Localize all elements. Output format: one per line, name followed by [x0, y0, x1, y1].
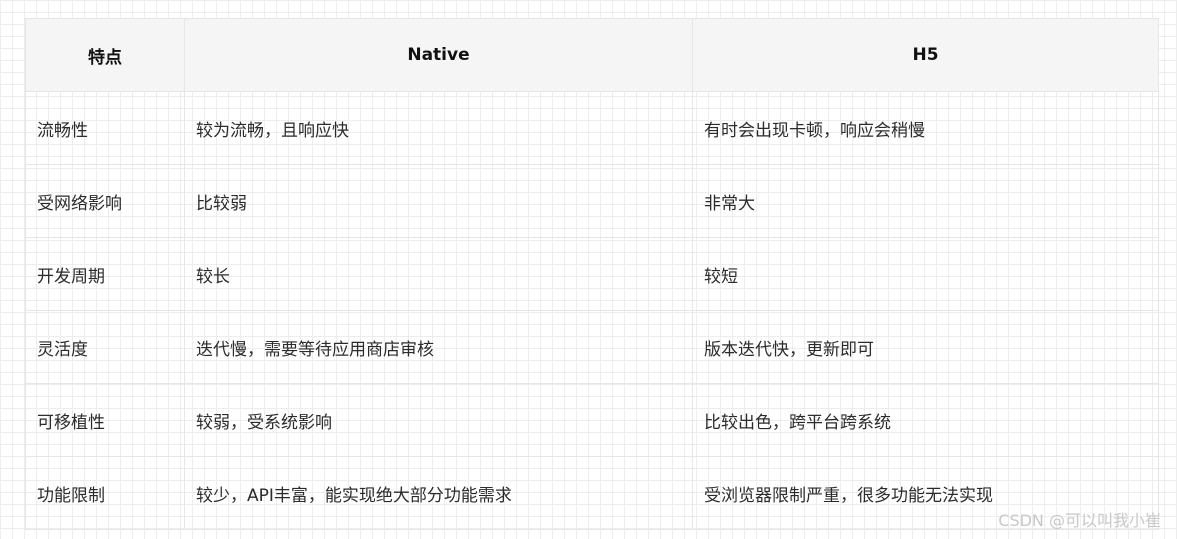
row-feature-cell: 可移植性: [25, 383, 185, 457]
header-h5: H5: [692, 18, 1159, 92]
table-row: 开发周期 较长 较短: [25, 237, 1159, 311]
table-header-row: 特点 Native H5: [25, 18, 1159, 92]
comparison-table-container: 特点 Native H5 流畅性 较为流畅，且响应快 有时会出现卡顿，响应会稍慢…: [25, 18, 1159, 530]
table-row: 受网络影响 比较弱 非常大: [25, 164, 1159, 238]
row-feature-cell: 流畅性: [25, 91, 185, 165]
row-native-cell: 较弱，受系统影响: [184, 383, 693, 457]
row-h5-cell: 较短: [692, 237, 1159, 311]
row-feature-cell: 功能限制: [25, 456, 185, 530]
row-native-cell: 比较弱: [184, 164, 693, 238]
row-h5-cell: 非常大: [692, 164, 1159, 238]
row-native-cell: 较为流畅，且响应快: [184, 91, 693, 165]
table-row: 灵活度 迭代慢，需要等待应用商店审核 版本迭代快，更新即可: [25, 310, 1159, 384]
row-h5-cell: 比较出色，跨平台跨系统: [692, 383, 1159, 457]
row-feature-cell: 灵活度: [25, 310, 185, 384]
csdn-watermark: CSDN @可以叫我小崔: [998, 511, 1161, 530]
table-row: 可移植性 较弱，受系统影响 比较出色，跨平台跨系统: [25, 383, 1159, 457]
row-feature-cell: 受网络影响: [25, 164, 185, 238]
table-row: 功能限制 较少，API丰富，能实现绝大部分功能需求 受浏览器限制严重，很多功能无…: [25, 456, 1159, 530]
row-native-cell: 较少，API丰富，能实现绝大部分功能需求: [184, 456, 693, 530]
table-row: 流畅性 较为流畅，且响应快 有时会出现卡顿，响应会稍慢: [25, 91, 1159, 165]
comparison-table: 特点 Native H5 流畅性 较为流畅，且响应快 有时会出现卡顿，响应会稍慢…: [25, 18, 1159, 530]
row-native-cell: 较长: [184, 237, 693, 311]
row-h5-cell: 版本迭代快，更新即可: [692, 310, 1159, 384]
header-feature: 特点: [25, 18, 185, 92]
header-native: Native: [184, 18, 693, 92]
row-native-cell: 迭代慢，需要等待应用商店审核: [184, 310, 693, 384]
row-feature-cell: 开发周期: [25, 237, 185, 311]
row-h5-cell: 有时会出现卡顿，响应会稍慢: [692, 91, 1159, 165]
